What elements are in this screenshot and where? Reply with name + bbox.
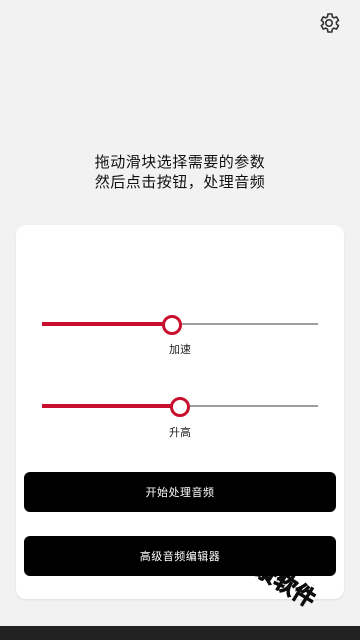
pitch-slider[interactable] xyxy=(42,395,318,417)
instructions-text: 拖动滑块选择需要的参数 然后点击按钮，处理音频 xyxy=(0,152,360,192)
slider-fill xyxy=(42,404,180,408)
speed-slider[interactable] xyxy=(42,313,318,335)
settings-button[interactable] xyxy=(316,10,342,36)
controls-card: 加速 升高 开始处理音频 高级音频编辑器 xyxy=(16,225,344,599)
process-audio-button[interactable]: 开始处理音频 xyxy=(24,472,336,512)
slider-fill xyxy=(42,322,172,326)
speed-label: 加速 xyxy=(169,343,191,356)
slider-thumb[interactable] xyxy=(161,315,182,335)
instructions-line-2: 然后点击按钮，处理音频 xyxy=(94,173,266,191)
instructions-line-1: 拖动滑块选择需要的参数 xyxy=(94,153,266,171)
bottom-bar xyxy=(0,626,360,640)
slider-thumb[interactable] xyxy=(170,397,190,417)
gear-icon xyxy=(320,13,340,33)
pitch-label: 升高 xyxy=(169,426,191,439)
